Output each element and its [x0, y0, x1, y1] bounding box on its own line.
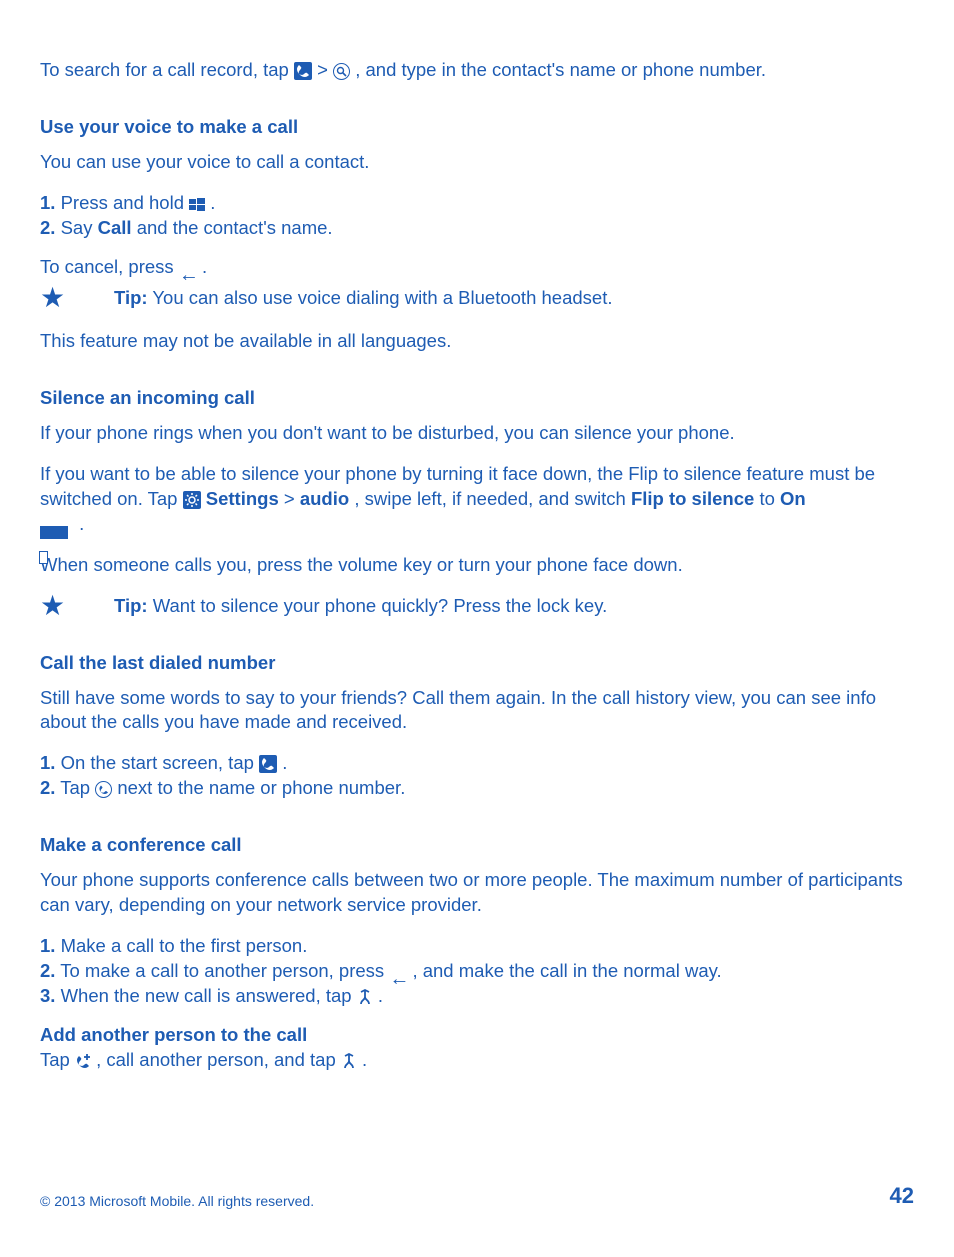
search-icon [333, 63, 350, 80]
text: You can also use voice dialing with a Bl… [152, 287, 612, 308]
merge-calls-icon [357, 988, 373, 1006]
heading-use-voice: Use your voice to make a call [40, 115, 914, 140]
windows-key-icon [189, 197, 205, 213]
heading-last-dialed: Call the last dialed number [40, 651, 914, 676]
silence-action: When someone calls you, press the volume… [40, 553, 914, 578]
heading-conference: Make a conference call [40, 833, 914, 858]
text: . [202, 256, 207, 277]
phone-tile-icon [259, 755, 277, 773]
text: , and make the call in the normal way. [412, 960, 721, 981]
step-1: 1. Make a call to the first person. [40, 934, 914, 959]
toggle-on-icon [40, 520, 74, 534]
tip-label: Tip: [114, 287, 148, 308]
back-icon [389, 967, 407, 981]
text: To cancel, press [40, 256, 179, 277]
last-intro: Still have some words to say to your fri… [40, 686, 914, 736]
step-number: 2. [40, 960, 55, 981]
step-number: 1. [40, 935, 55, 956]
step-1: 1. On the start screen, tap . [40, 751, 914, 776]
cancel-line: To cancel, press . [40, 255, 914, 280]
text: When the new call is answered, tap [61, 985, 357, 1006]
text: To search for a call record, tap [40, 59, 294, 80]
step-number: 1. [40, 192, 55, 213]
text: Press and hold [61, 192, 190, 213]
text: Want to silence your phone quickly? Pres… [153, 595, 608, 616]
heading-silence: Silence an incoming call [40, 386, 914, 411]
step-2: 2. Say Call and the contact's name. [40, 216, 914, 241]
step-2: 2. Tap next to the name or phone number. [40, 776, 914, 801]
call-keyword: Call [98, 217, 132, 238]
flip-label: Flip to silence [631, 488, 754, 509]
text: , call another person, and tap [96, 1049, 341, 1070]
step-number: 2. [40, 777, 55, 798]
copyright-text: © 2013 Microsoft Mobile. All rights rese… [40, 1192, 314, 1211]
text: , and type in the contact's name or phon… [355, 59, 766, 80]
back-icon [179, 263, 197, 277]
text: > [317, 59, 333, 80]
audio-label: audio [300, 488, 349, 509]
step-3: 3. When the new call is answered, tap . [40, 984, 914, 1009]
tip-content: Tip: Want to silence your phone quickly?… [114, 594, 914, 619]
text: Make a call to the first person. [61, 935, 308, 956]
conference-steps: 1. Make a call to the first person. 2. T… [40, 934, 914, 1009]
subheading-add-person: Add another person to the call [40, 1023, 914, 1048]
voice-intro: You can use your voice to call a contact… [40, 150, 914, 175]
call-icon [95, 781, 112, 798]
tip-content: Tip: You can also use voice dialing with… [114, 286, 914, 311]
text: next to the name or phone number. [117, 777, 405, 798]
step-number: 2. [40, 217, 55, 238]
text: Tap [40, 1049, 75, 1070]
text: . [362, 1049, 367, 1070]
tip-voice-bluetooth: ★ Tip: You can also use voice dialing wi… [40, 286, 914, 311]
silence-flip-setting: If you want to be able to silence your p… [40, 462, 914, 537]
text: . [282, 752, 287, 773]
conference-intro: Your phone supports conference calls bet… [40, 868, 914, 918]
text: , swipe left, if needed, and switch [354, 488, 631, 509]
voice-steps: 1. Press and hold . 2. Say Call and the … [40, 191, 914, 241]
add-call-icon [75, 1052, 91, 1070]
text: On the start screen, tap [61, 752, 259, 773]
text: . [210, 192, 215, 213]
text: and the contact's name. [137, 217, 333, 238]
text: . [378, 985, 383, 1006]
voice-note: This feature may not be available in all… [40, 329, 914, 354]
step-2: 2. To make a call to another person, pre… [40, 959, 914, 984]
step-1: 1. Press and hold . [40, 191, 914, 216]
star-icon: ★ [40, 286, 114, 308]
step-number: 1. [40, 752, 55, 773]
merge-calls-icon [341, 1052, 357, 1070]
last-dialed-steps: 1. On the start screen, tap . 2. Tap nex… [40, 751, 914, 801]
star-icon: ★ [40, 594, 114, 616]
settings-tile-icon [183, 491, 201, 509]
tip-silence-lock: ★ Tip: Want to silence your phone quickl… [40, 594, 914, 619]
settings-label: Settings [206, 488, 279, 509]
text: . [79, 513, 84, 534]
tip-label: Tip: [114, 595, 148, 616]
text: > [284, 488, 300, 509]
step-number: 3. [40, 985, 55, 1006]
document-page: To search for a call record, tap > , and… [0, 0, 954, 1257]
page-footer: © 2013 Microsoft Mobile. All rights rese… [40, 1181, 914, 1211]
on-label: On [780, 488, 806, 509]
text: To make a call to another person, press [60, 960, 389, 981]
page-number: 42 [890, 1181, 914, 1211]
silence-intro: If your phone rings when you don't want … [40, 421, 914, 446]
text: to [759, 488, 780, 509]
phone-tile-icon [294, 62, 312, 80]
add-person-line: Tap , call another person, and tap . [40, 1048, 914, 1073]
text: Tap [60, 777, 95, 798]
text: Say [61, 217, 98, 238]
search-call-record-paragraph: To search for a call record, tap > , and… [40, 58, 914, 83]
